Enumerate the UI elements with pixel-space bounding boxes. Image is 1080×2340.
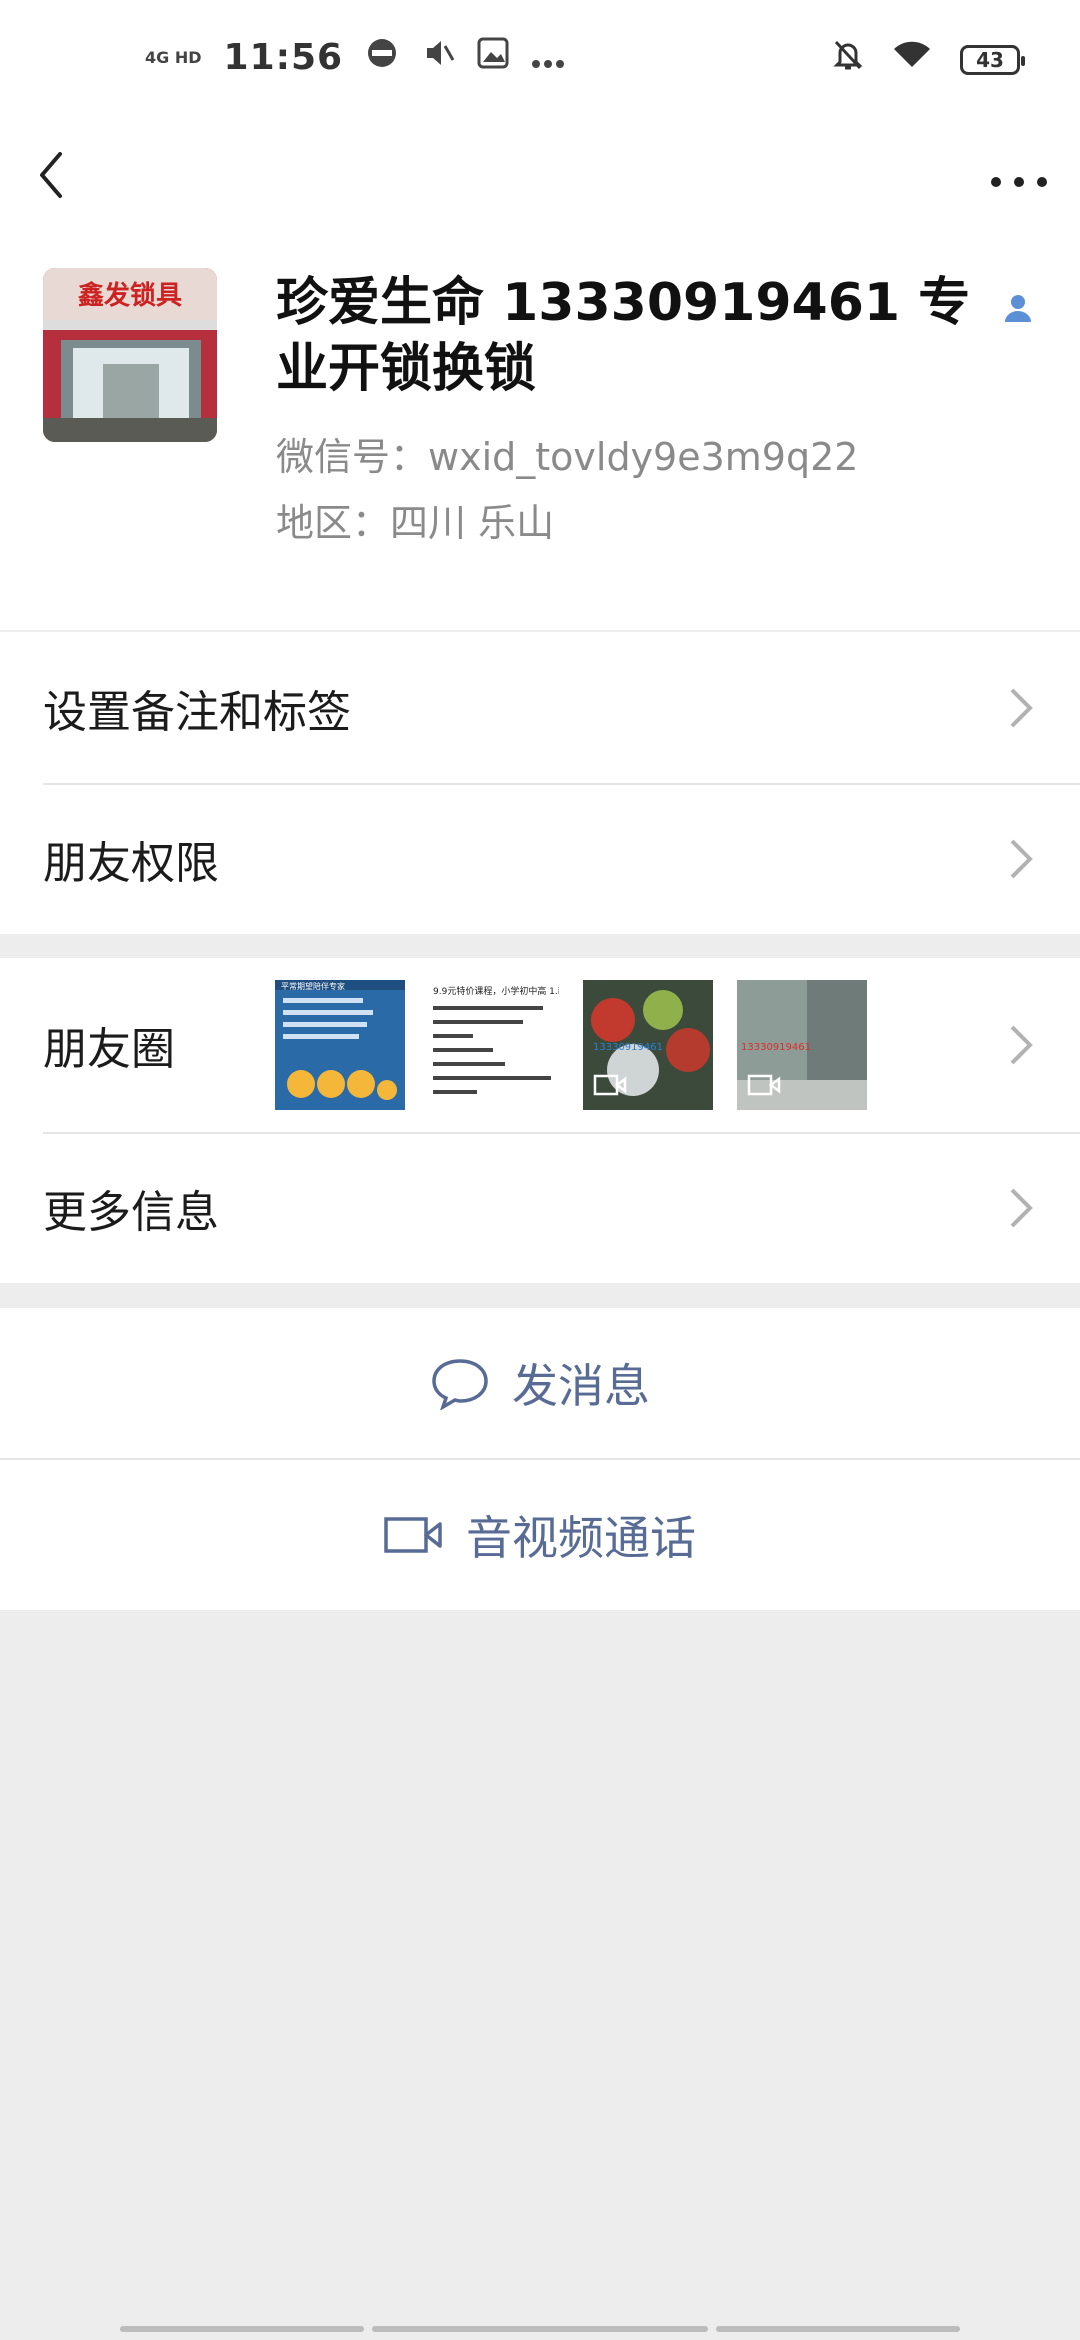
svg-text:13330919461: 13330919461 bbox=[741, 1042, 811, 1053]
video-call-icon bbox=[384, 1517, 442, 1553]
more-dots-icon bbox=[991, 177, 1047, 187]
do-not-disturb-icon bbox=[365, 36, 399, 79]
chevron-right-icon bbox=[1010, 839, 1033, 878]
friend-permissions-row[interactable]: 朋友权限 bbox=[0, 783, 1080, 934]
moments-thumbnails: 平常期望陪伴专家 9.9元特价课程，小学初中高 1.新音能写，见词能读 ... bbox=[275, 980, 867, 1110]
more-info-row[interactable]: 更多信息 bbox=[0, 1132, 1080, 1283]
region: 地区：四川 乐山 bbox=[276, 501, 555, 545]
status-bar: 4G HD 11:56 43 bbox=[0, 0, 1080, 120]
avatar-sign-text: 鑫发锁具 bbox=[78, 280, 182, 311]
moments-thumb-video: 13330919461 bbox=[583, 980, 713, 1110]
moments-row[interactable]: 朋友圈 平常期望陪伴专家 9.9元特价课程，小学初中高 1. 133309194… bbox=[0, 958, 1080, 1132]
status-right: 43 bbox=[832, 38, 1025, 81]
av-call-button[interactable]: 音视频通话 bbox=[0, 1460, 1080, 1610]
wechat-id: 微信号：wxid_tovldy9e3m9q22 bbox=[276, 435, 859, 479]
wifi-icon bbox=[892, 39, 932, 80]
top-nav-bar bbox=[0, 120, 1080, 230]
battery-icon: 43 bbox=[960, 44, 1025, 75]
clock: 11:56 bbox=[223, 37, 344, 78]
remark-tags-row[interactable]: 设置备注和标签 bbox=[0, 632, 1080, 783]
moments-label: 朋友圈 bbox=[43, 1024, 175, 1075]
send-message-button[interactable]: 发消息 bbox=[0, 1308, 1080, 1458]
chevron-right-icon bbox=[1010, 1025, 1033, 1065]
back-button[interactable] bbox=[30, 140, 100, 210]
back-arrow-icon bbox=[40, 152, 62, 198]
contact-name: 珍爱生命 13330919461 专业开锁换锁 bbox=[276, 273, 971, 399]
moments-thumb: 平常期望陪伴专家 bbox=[275, 980, 405, 1110]
status-left: 4G HD 11:56 bbox=[145, 36, 565, 79]
settings-group: 设置备注和标签 朋友权限 bbox=[0, 632, 1080, 934]
av-call-label: 音视频通话 bbox=[466, 1511, 696, 1565]
verified-person-icon bbox=[1000, 290, 1036, 326]
chevron-right-icon bbox=[1010, 1188, 1033, 1227]
more-options-button[interactable] bbox=[984, 140, 1054, 210]
mute-icon bbox=[421, 36, 455, 79]
chevron-right-icon bbox=[1010, 688, 1033, 727]
send-message-label: 发消息 bbox=[512, 1359, 650, 1413]
friend-permissions-label: 朋友权限 bbox=[43, 837, 219, 889]
moments-thumb-video: 13330919461 bbox=[737, 980, 867, 1110]
info-group: 朋友圈 平常期望陪伴专家 9.9元特价课程，小学初中高 1. 133309194… bbox=[0, 958, 1080, 1283]
gesture-bar-segment bbox=[120, 2326, 364, 2332]
svg-text:平常期望陪伴专家: 平常期望陪伴专家 bbox=[281, 981, 345, 991]
more-notifications-icon bbox=[531, 37, 565, 78]
bell-off-icon bbox=[832, 38, 864, 81]
image-notification-icon bbox=[477, 36, 509, 79]
chat-bubble-icon bbox=[432, 1359, 488, 1410]
svg-text:13330919461: 13330919461 bbox=[593, 1042, 663, 1053]
profile-header: 鑫发锁具 珍爱生命 13330919461 专业开锁换锁 微信号：wxid_to… bbox=[0, 230, 1080, 630]
moments-thumb: 9.9元特价课程，小学初中高 1.新音能写，见词能读 ... bbox=[429, 980, 559, 1110]
gesture-bar-segment bbox=[372, 2326, 708, 2332]
remark-tags-label: 设置备注和标签 bbox=[43, 686, 351, 738]
gesture-bar-segment bbox=[716, 2326, 960, 2332]
more-info-label: 更多信息 bbox=[43, 1186, 219, 1238]
svg-text:9.9元特价课程，小学初中高 1.新音能写，见词能读 ...: 9.9元特价课程，小学初中高 1.新音能写，见词能读 ... bbox=[433, 985, 559, 997]
network-indicator: 4G HD bbox=[145, 47, 202, 67]
avatar[interactable]: 鑫发锁具 bbox=[43, 268, 217, 442]
